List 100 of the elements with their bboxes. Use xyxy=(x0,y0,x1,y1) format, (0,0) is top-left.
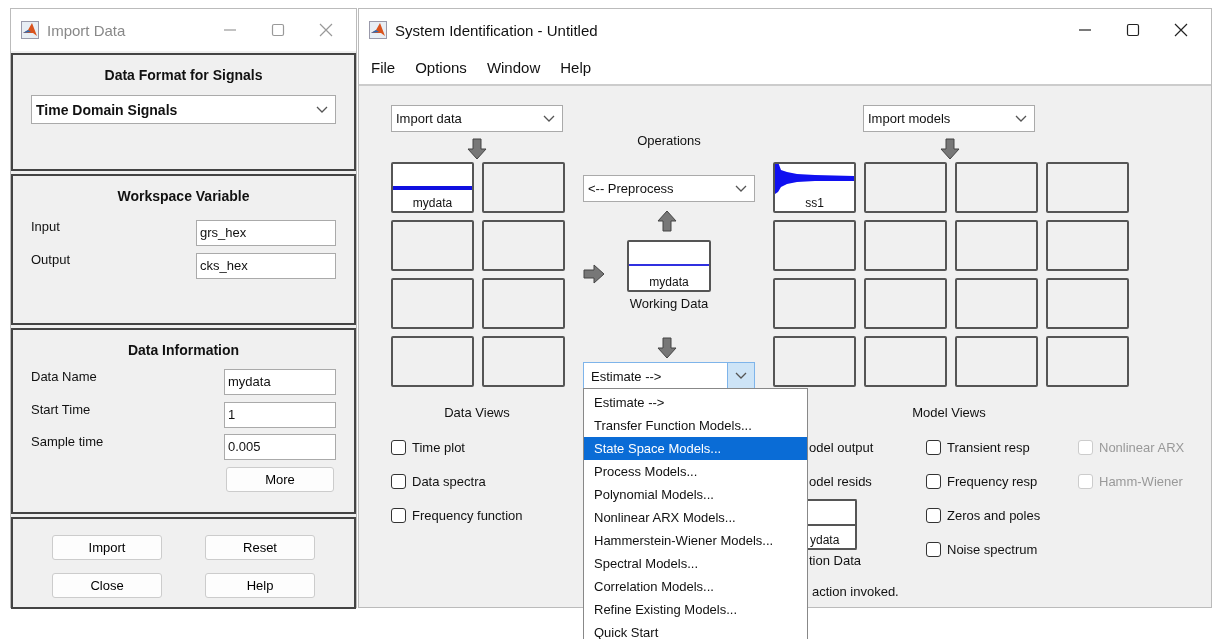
menu-option[interactable]: Spectral Models... xyxy=(584,552,807,575)
checkbox[interactable] xyxy=(926,507,941,523)
dialog-button[interactable]: Reset xyxy=(205,535,315,560)
section-heading: Workspace Variable xyxy=(116,188,251,204)
checkbox-label: Data spectra xyxy=(412,473,486,489)
empty-slot[interactable] xyxy=(1046,162,1129,213)
section-heading: Model Views xyxy=(911,405,987,420)
close-icon xyxy=(1174,23,1188,37)
menu-option[interactable]: Process Models... xyxy=(584,460,807,483)
field-label: Input xyxy=(31,218,60,234)
empty-slot[interactable] xyxy=(955,220,1038,271)
menu-item[interactable]: Help xyxy=(560,59,592,76)
input-field[interactable]: grs_hex xyxy=(196,219,336,246)
format-dropdown[interactable]: Time Domain Signals xyxy=(31,95,336,124)
empty-slot[interactable] xyxy=(864,278,947,329)
import-models-dropdown[interactable]: Import models xyxy=(863,105,1035,132)
signal-line-icon xyxy=(629,264,709,266)
empty-slot[interactable] xyxy=(482,162,565,213)
checkbox[interactable] xyxy=(391,439,406,455)
slot-label: ss1 xyxy=(805,195,824,211)
empty-slot[interactable] xyxy=(482,336,565,387)
estimate-dropdown[interactable]: Estimate --> xyxy=(583,362,755,390)
slot-label: ydata xyxy=(809,532,840,548)
checkbox-label: Hamm-Wiener xyxy=(1099,473,1183,489)
field-label: Start Time xyxy=(31,400,91,417)
slot-caption: tion Data xyxy=(809,553,862,568)
section-heading: Operations xyxy=(636,133,702,148)
section-heading: Data Views xyxy=(443,405,511,420)
working-data-slot[interactable]: mydata xyxy=(627,240,711,292)
input-field[interactable]: cks_hex xyxy=(196,252,336,279)
chevron-icon xyxy=(316,105,328,114)
checkbox[interactable] xyxy=(926,473,941,489)
menu-option[interactable]: Estimate --> xyxy=(584,391,807,414)
menu-option[interactable]: Transfer Function Models... xyxy=(584,414,807,437)
maximize-icon xyxy=(271,23,285,37)
app-logo-icon xyxy=(369,21,387,39)
down-arrow-icon xyxy=(656,337,678,359)
chevron-icon xyxy=(543,114,555,123)
menu-item[interactable]: Window xyxy=(486,59,541,76)
checkbox-label: Frequency resp xyxy=(947,473,1038,489)
empty-slot[interactable] xyxy=(1046,278,1129,329)
status-text: action invoked. xyxy=(812,584,899,599)
menu-item[interactable]: Options xyxy=(415,59,467,76)
menu-item[interactable]: File xyxy=(371,59,396,76)
empty-slot[interactable] xyxy=(482,278,565,329)
checkbox[interactable] xyxy=(391,507,406,523)
slot-caption: Working Data xyxy=(628,296,710,311)
more-button[interactable]: More xyxy=(226,466,334,492)
empty-slot[interactable] xyxy=(1046,336,1129,387)
empty-slot[interactable] xyxy=(864,336,947,387)
dialog-button[interactable]: Import xyxy=(52,535,162,560)
section-heading: Data Information xyxy=(126,342,241,358)
empty-slot[interactable] xyxy=(955,278,1038,329)
checkbox-label: Nonlinear ARX xyxy=(1099,439,1185,455)
empty-slot[interactable] xyxy=(955,162,1038,213)
checkbox-label: Transient resp xyxy=(947,439,1030,455)
checkbox-label: Noise spectrum xyxy=(947,541,1038,557)
chevron-icon xyxy=(735,184,747,193)
right-arrow-icon xyxy=(583,263,605,285)
empty-slot[interactable] xyxy=(482,220,565,271)
menu-option[interactable]: Correlation Models... xyxy=(584,575,807,598)
slot-label: mydata xyxy=(412,195,453,211)
slot-label: mydata xyxy=(649,274,689,290)
field-label: Data Name xyxy=(31,368,97,384)
input-field[interactable]: mydata xyxy=(224,369,336,396)
section-heading: Data Format for Signals xyxy=(103,67,264,83)
empty-slot[interactable] xyxy=(955,336,1038,387)
checkbox-label: Zeros and poles xyxy=(947,507,1041,523)
checkbox-label: Frequency function xyxy=(412,507,523,523)
checkbox-label: odel resids xyxy=(809,473,872,489)
field-label: Sample time xyxy=(31,433,104,449)
checkbox[interactable] xyxy=(926,439,941,455)
empty-slot[interactable] xyxy=(773,336,856,387)
empty-slot[interactable] xyxy=(391,336,474,387)
menu-option[interactable]: Refine Existing Models... xyxy=(584,598,807,621)
import-data-dropdown[interactable]: Import data xyxy=(391,105,563,132)
empty-slot[interactable] xyxy=(1046,220,1129,271)
dialog-button[interactable]: Close xyxy=(52,573,162,598)
empty-slot[interactable] xyxy=(864,220,947,271)
input-field[interactable]: 1 xyxy=(224,401,336,428)
checkbox[interactable] xyxy=(926,541,941,557)
checkbox-label: odel output xyxy=(809,439,874,455)
empty-slot[interactable] xyxy=(391,220,474,271)
empty-slot[interactable] xyxy=(773,220,856,271)
dialog-button[interactable]: Help xyxy=(205,573,315,598)
window-title: System Identification - Untitled xyxy=(395,21,599,39)
menu-option[interactable]: Quick Start xyxy=(584,621,807,639)
empty-slot[interactable] xyxy=(391,278,474,329)
empty-slot[interactable] xyxy=(864,162,947,213)
menu-option[interactable]: State Space Models... xyxy=(584,437,807,460)
data-slot[interactable]: mydata xyxy=(391,162,474,213)
checkbox[interactable] xyxy=(391,473,406,489)
empty-slot[interactable] xyxy=(773,278,856,329)
preprocess-dropdown[interactable]: <-- Preprocess xyxy=(583,175,755,202)
input-field[interactable]: 0.005 xyxy=(224,434,336,461)
model-slot[interactable]: ss1 xyxy=(773,162,856,213)
down-arrow-icon xyxy=(466,138,488,160)
chevron-icon xyxy=(1015,114,1027,123)
checkbox-label: Time plot xyxy=(412,439,465,455)
up-arrow-icon xyxy=(656,210,678,232)
